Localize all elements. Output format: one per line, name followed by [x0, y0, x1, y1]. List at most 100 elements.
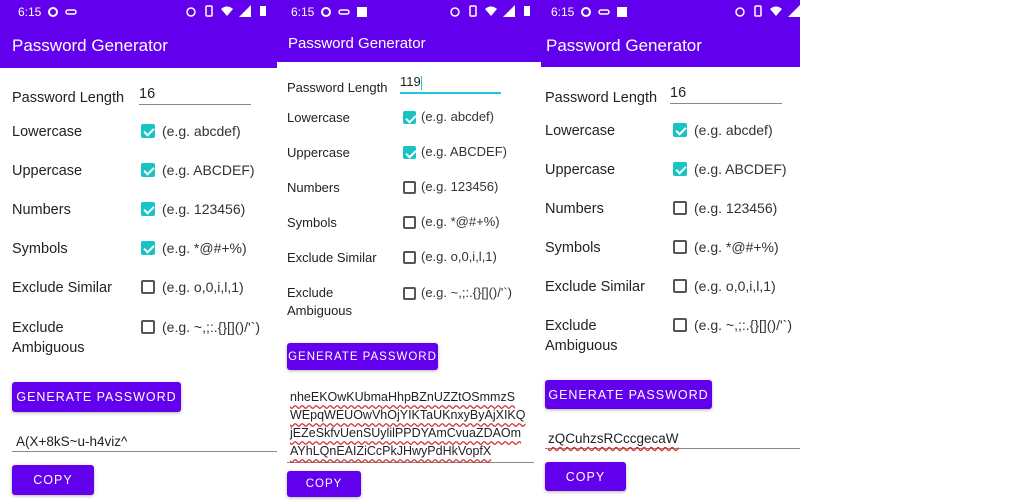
copy-button[interactable]: COPY: [545, 462, 626, 491]
option-label-uppercase: Uppercase: [287, 145, 350, 160]
exclude-similar-checkbox[interactable]: [403, 251, 416, 264]
generate-password-button[interactable]: GENERATE PASSWORD: [12, 382, 181, 412]
option-label-numbers: Numbers: [545, 201, 604, 217]
generate-password-button[interactable]: GENERATE PASSWORD: [287, 343, 438, 370]
status-icons: [734, 5, 800, 17]
uppercase-hint: (e.g. ABCDEF): [694, 161, 787, 177]
option-row-lowercase: Lowercase: [287, 108, 350, 128]
app-title: Password Generator: [546, 35, 702, 55]
lowercase-hint: (e.g. abcdef): [162, 123, 241, 139]
password-length-input[interactable]: 119: [400, 74, 501, 94]
battery-icon: [521, 5, 533, 17]
option-label-exclude-similar: Exclude Similar: [545, 279, 645, 295]
wifi-icon: [221, 5, 233, 17]
password-text: A(X+8kS~u-h4viz^: [16, 434, 128, 449]
exclude-similar-checkbox[interactable]: [141, 280, 155, 294]
symbols-hint: (e.g. *@#+%): [162, 240, 247, 256]
uppercase-checkbox[interactable]: [141, 163, 155, 177]
password-length-input[interactable]: 16: [670, 85, 782, 104]
app-title: Password Generator: [12, 36, 168, 55]
option-label-lowercase: Lowercase: [12, 124, 83, 140]
numbers-checkbox[interactable]: [141, 202, 155, 216]
image-notification-icon: [356, 6, 368, 18]
copy-button[interactable]: COPY: [12, 465, 94, 495]
option-row-symbols: Symbols: [545, 238, 601, 258]
symbols-checkbox[interactable]: [673, 240, 687, 254]
symbols-checkbox[interactable]: [141, 241, 155, 255]
password-output[interactable]: zQCuhzsRCccgecaW: [545, 431, 800, 449]
option-row-symbols: Symbols: [287, 213, 337, 233]
link-notification-icon: [338, 6, 351, 18]
option-label-lowercase: Lowercase: [545, 123, 616, 139]
option-row-lowercase: Lowercase: [12, 122, 82, 142]
uppercase-hint: (e.g. ABCDEF): [421, 144, 507, 159]
lowercase-checkbox[interactable]: [673, 123, 687, 137]
lowercase-checkbox[interactable]: [403, 111, 416, 124]
password-length-label: Password Length: [545, 90, 658, 106]
option-label-exclude-ambiguous: Exclude Ambiguous: [545, 318, 618, 354]
numbers-checkbox[interactable]: [673, 201, 687, 215]
settings-notification-icon: [47, 6, 59, 18]
option-label-symbols: Symbols: [545, 240, 601, 256]
symbols-hint: (e.g. *@#+%): [421, 214, 500, 229]
password-output[interactable]: A(X+8kS~u-h4viz^: [12, 434, 277, 452]
option-label-exclude-similar: Exclude Similar: [287, 250, 377, 265]
status-time: 6:15: [551, 5, 575, 19]
option-label-numbers: Numbers: [287, 180, 340, 195]
status-time: 6:15: [18, 5, 42, 19]
uppercase-checkbox[interactable]: [673, 162, 687, 176]
option-label-exclude-ambiguous: Exclude Ambiguous: [287, 285, 353, 318]
lowercase-checkbox[interactable]: [141, 124, 155, 138]
password-output[interactable]: nheEKOwKUbmaHhpBZnUZZtOSmmzS WEpqWEUOwVh…: [287, 388, 534, 463]
option-row-uppercase: Uppercase: [12, 161, 82, 181]
exclude-ambiguous-checkbox[interactable]: [141, 320, 155, 334]
lowercase-hint: (e.g. abcdef): [421, 109, 494, 124]
vibrate-icon: [752, 5, 764, 17]
password-length-label: Password Length: [287, 80, 388, 95]
exclude-similar-hint: (e.g. o,0,i,l,1): [694, 278, 776, 294]
option-row-numbers: Numbers: [287, 178, 340, 198]
password-text: zQCuhzsRCccgecaW: [548, 431, 679, 446]
password-length-value: 16: [670, 85, 687, 101]
option-row-lowercase: Lowercase: [545, 121, 615, 141]
text-cursor: [420, 75, 422, 90]
app-bar: Password Generator: [0, 24, 277, 68]
uppercase-checkbox[interactable]: [403, 146, 416, 159]
alarm-icon: [734, 5, 746, 17]
exclude-similar-checkbox[interactable]: [673, 279, 687, 293]
vibrate-icon: [203, 5, 215, 17]
wifi-icon: [485, 5, 497, 17]
password-length-input[interactable]: 16: [139, 86, 251, 105]
status-time: 6:15: [291, 5, 315, 19]
option-row-numbers: Numbers: [12, 200, 71, 220]
status-bar: 6:15: [277, 0, 541, 24]
exclude-ambiguous-checkbox[interactable]: [403, 287, 416, 300]
alarm-icon: [449, 5, 461, 17]
option-label-uppercase: Uppercase: [545, 162, 616, 178]
status-bar: 6:15: [541, 0, 800, 24]
option-row-uppercase: Uppercase: [287, 143, 350, 163]
option-row-exclude-ambiguous: Exclude Ambiguous: [287, 284, 387, 320]
password-line: jEZeSkfvUenSUylilPPDYAmCvuaZDAOm: [290, 426, 522, 440]
exclude-similar-hint: (e.g. o,0,i,l,1): [162, 279, 244, 295]
status-bar: 6:15: [0, 0, 277, 24]
password-length-value: 16: [139, 86, 156, 102]
option-label-exclude-similar: Exclude Similar: [12, 280, 112, 296]
signal-icon: [788, 5, 800, 17]
symbols-hint: (e.g. *@#+%): [694, 239, 779, 255]
uppercase-hint: (e.g. ABCDEF): [162, 162, 255, 178]
numbers-checkbox[interactable]: [403, 181, 416, 194]
screen-3: 6:15 Password Generator Password Length …: [541, 0, 800, 500]
generate-password-button[interactable]: GENERATE PASSWORD: [545, 380, 712, 409]
exclude-ambiguous-checkbox[interactable]: [673, 318, 687, 332]
option-row-exclude-ambiguous: Exclude Ambiguous: [12, 318, 122, 358]
option-row-exclude-similar: Exclude Similar: [12, 278, 112, 298]
settings-notification-icon: [580, 6, 592, 18]
option-label-symbols: Symbols: [287, 215, 337, 230]
option-row-exclude-similar: Exclude Similar: [545, 277, 645, 297]
option-row-numbers: Numbers: [545, 199, 604, 219]
signal-icon: [239, 5, 251, 17]
symbols-checkbox[interactable]: [403, 216, 416, 229]
app-bar: Password Generator: [541, 24, 800, 67]
copy-button[interactable]: COPY: [287, 471, 361, 497]
